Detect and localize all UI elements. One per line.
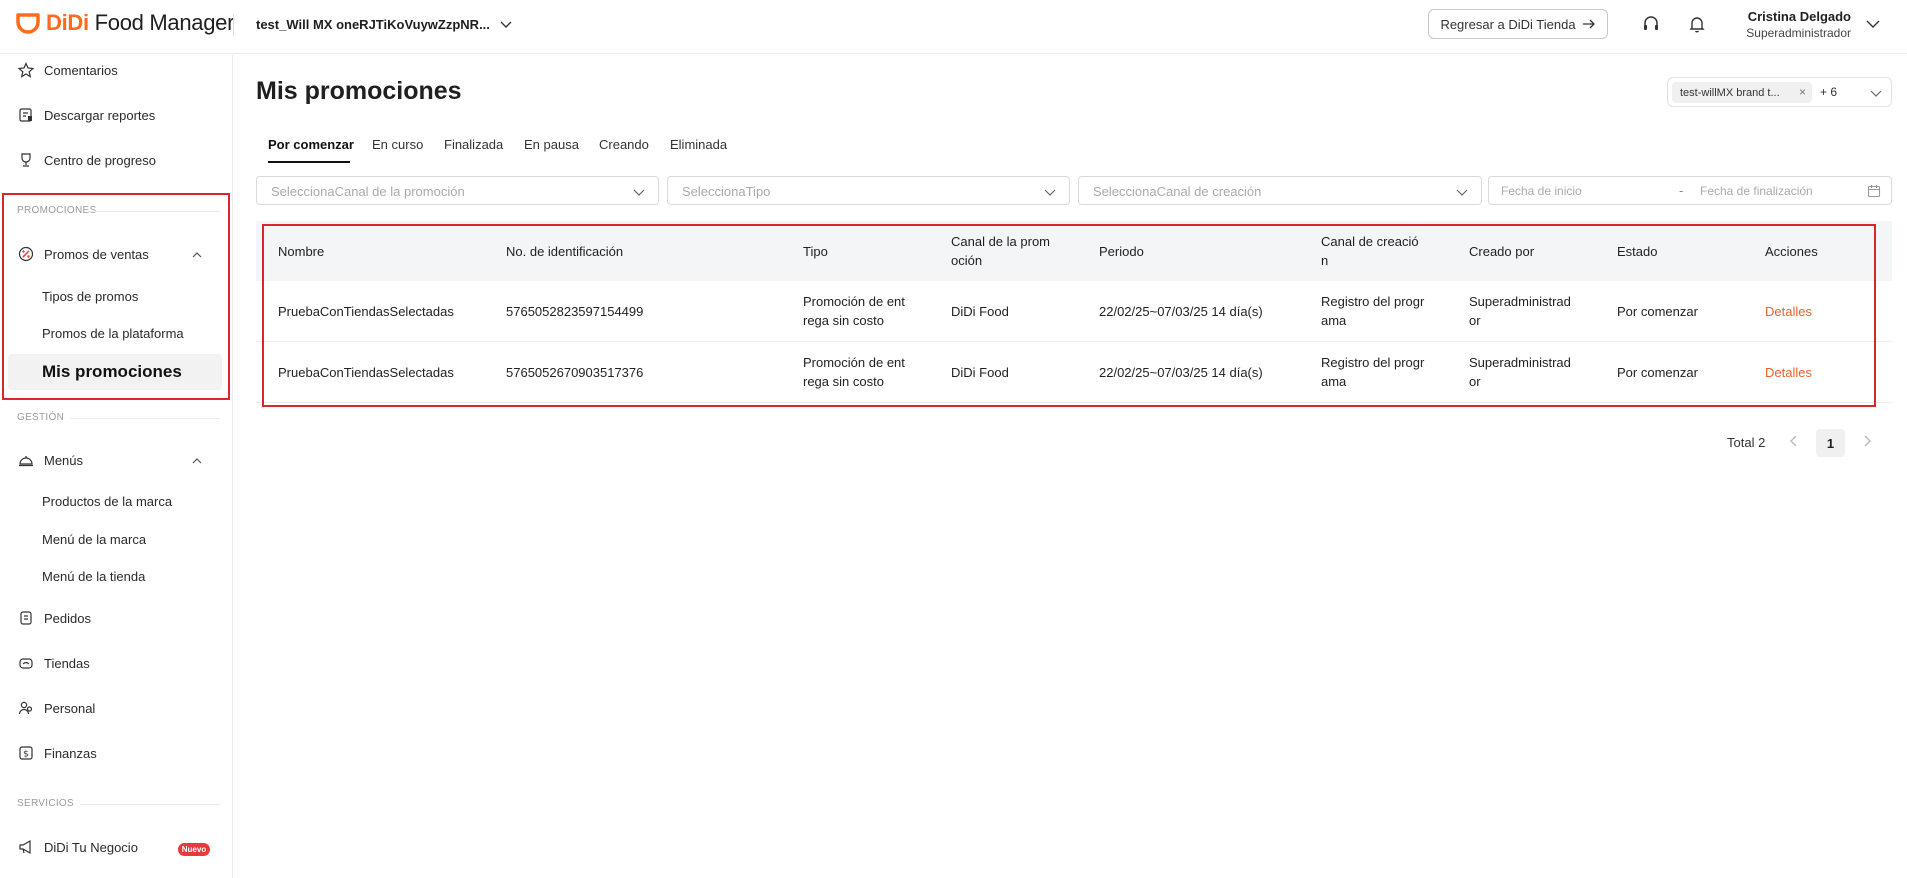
tab-finalizada[interactable]: Finalizada xyxy=(444,137,503,152)
sidebar-item-label: DiDi Tu Negocio xyxy=(44,839,138,855)
store-name: test_Will MX oneRJTiKoVuywZzpNR... xyxy=(256,16,490,32)
sidebar-item-label: Finanzas xyxy=(44,745,97,761)
chevron-up-icon[interactable] xyxy=(191,455,203,467)
sidebar-item-pedidos[interactable]: Pedidos xyxy=(18,607,91,629)
brand-more-count: + 6 xyxy=(1820,85,1838,99)
sidebar-item-label: Pedidos xyxy=(44,610,91,626)
chevron-right-icon[interactable] xyxy=(1858,432,1876,450)
orders-icon xyxy=(18,610,34,626)
close-icon[interactable]: × xyxy=(1799,85,1806,99)
chevron-down-icon xyxy=(1870,90,1882,97)
sidebar-item-tiendas[interactable]: Tiendas xyxy=(18,652,90,674)
svg-text:$: $ xyxy=(23,750,29,760)
date-start-placeholder: Fecha de inicio xyxy=(1501,184,1582,198)
cloche-icon xyxy=(18,452,34,468)
badge-new: Nuevo xyxy=(178,843,210,856)
sidebar-subitem-menu-de-la-marca[interactable]: Menú de la marca xyxy=(42,532,146,547)
sidebar-item-label: Comentarios xyxy=(44,62,118,78)
headset-icon[interactable] xyxy=(1639,12,1663,36)
store-selector[interactable]: test_Will MX oneRJTiKoVuywZzpNR... xyxy=(256,14,512,34)
calendar-icon xyxy=(1867,185,1881,198)
pagination-total: Total 2 xyxy=(1727,435,1766,450)
highlight-box-table xyxy=(262,224,1876,407)
pagination-page-current[interactable]: 1 xyxy=(1816,429,1845,457)
header-divider xyxy=(233,14,234,36)
report-icon xyxy=(18,107,34,123)
brand-selector[interactable]: test-willMX brand t... × + 6 xyxy=(1667,77,1892,107)
section-divider xyxy=(70,418,220,419)
highlight-box-promociones xyxy=(2,193,230,400)
chevron-down-icon xyxy=(1044,189,1056,196)
section-divider xyxy=(80,804,220,805)
channel-filter-placeholder: SeleccionaCanal de la promoción xyxy=(271,184,465,199)
chevron-left-icon[interactable] xyxy=(1785,432,1803,450)
chevron-down-icon xyxy=(1456,189,1468,196)
creation-channel-filter-placeholder: SeleccionaCanal de creación xyxy=(1093,184,1262,199)
user-menu[interactable]: Cristina Delgado Superadministrador xyxy=(1746,8,1851,42)
sidebar-item-label: Personal xyxy=(44,700,96,716)
bell-icon[interactable] xyxy=(1685,12,1709,36)
logo[interactable]: DiDi Food Manager xyxy=(16,10,234,36)
chevron-down-icon xyxy=(633,189,645,196)
arrow-right-icon xyxy=(1582,19,1595,29)
user-role: Superadministrador xyxy=(1746,26,1851,40)
tab-en-curso[interactable]: En curso xyxy=(372,137,423,152)
sidebar-item-centro-de-progreso[interactable]: Centro de progreso xyxy=(18,149,156,171)
tab-en-pausa[interactable]: En pausa xyxy=(524,137,579,152)
store-icon xyxy=(18,655,34,671)
top-header: DiDi Food Manager test_Will MX oneRJTiKo… xyxy=(0,0,1907,54)
sidebar-subitem-menu-de-la-tienda[interactable]: Menú de la tienda xyxy=(42,569,145,584)
date-end-placeholder: Fecha de finalización xyxy=(1700,184,1813,198)
sidebar-item-didi-tu-negocio[interactable]: DiDi Tu Negocio xyxy=(18,836,138,858)
tab-creando[interactable]: Creando xyxy=(599,137,649,152)
user-name: Cristina Delgado xyxy=(1747,9,1851,24)
people-icon xyxy=(18,700,34,716)
sidebar-item-label: Centro de progreso xyxy=(44,152,157,168)
channel-filter-select[interactable]: SeleccionaCanal de la promoción xyxy=(256,176,659,205)
tab-active-indicator xyxy=(268,161,350,163)
sidebar-item-label: Menús xyxy=(44,452,84,468)
sidebar: Comentarios Descargar reportes Centro de… xyxy=(0,55,233,878)
date-separator: - xyxy=(1679,183,1684,198)
sidebar-item-personal[interactable]: Personal xyxy=(18,697,95,719)
chevron-down-icon xyxy=(500,21,512,28)
creation-channel-filter-select[interactable]: SeleccionaCanal de creación xyxy=(1078,176,1482,205)
chevron-down-icon[interactable] xyxy=(1865,16,1881,32)
star-icon xyxy=(18,62,34,78)
brand-tag-label: test-willMX brand t... xyxy=(1680,86,1780,99)
sidebar-item-descargar-reportes[interactable]: Descargar reportes xyxy=(18,104,155,126)
back-to-didi-tienda-button[interactable]: Regresar a DiDi Tienda xyxy=(1428,9,1608,39)
sidebar-item-comentarios[interactable]: Comentarios xyxy=(18,59,118,81)
back-button-label: Regresar a DiDi Tienda xyxy=(1440,16,1576,32)
sidebar-item-label: Descargar reportes xyxy=(44,107,156,123)
sidebar-item-finanzas[interactable]: $ Finanzas xyxy=(18,742,97,764)
logo-text: DiDi Food Manager xyxy=(46,10,235,35)
section-label-servicios: SERVICIOS xyxy=(17,798,74,809)
sidebar-subitem-productos-de-la-marca[interactable]: Productos de la marca xyxy=(42,494,172,509)
tab-eliminada[interactable]: Eliminada xyxy=(670,137,727,152)
sidebar-item-label: Tiendas xyxy=(44,655,90,671)
tab-por-comenzar[interactable]: Por comenzar xyxy=(268,137,354,152)
finance-icon: $ xyxy=(18,745,34,761)
brand-tag: test-willMX brand t... × xyxy=(1672,82,1812,103)
section-label-gestion: GESTIÓN xyxy=(17,412,65,423)
type-filter-select[interactable]: SeleccionaTipo xyxy=(667,176,1070,205)
date-range-picker[interactable]: Fecha de inicio - Fecha de finalización xyxy=(1488,176,1892,205)
sidebar-item-menus[interactable]: Menús xyxy=(18,449,83,471)
page-title: Mis promociones xyxy=(256,77,462,105)
megaphone-icon xyxy=(18,839,34,855)
trophy-icon xyxy=(18,152,34,168)
didi-logo-icon xyxy=(16,13,40,34)
type-filter-placeholder: SeleccionaTipo xyxy=(682,184,771,199)
